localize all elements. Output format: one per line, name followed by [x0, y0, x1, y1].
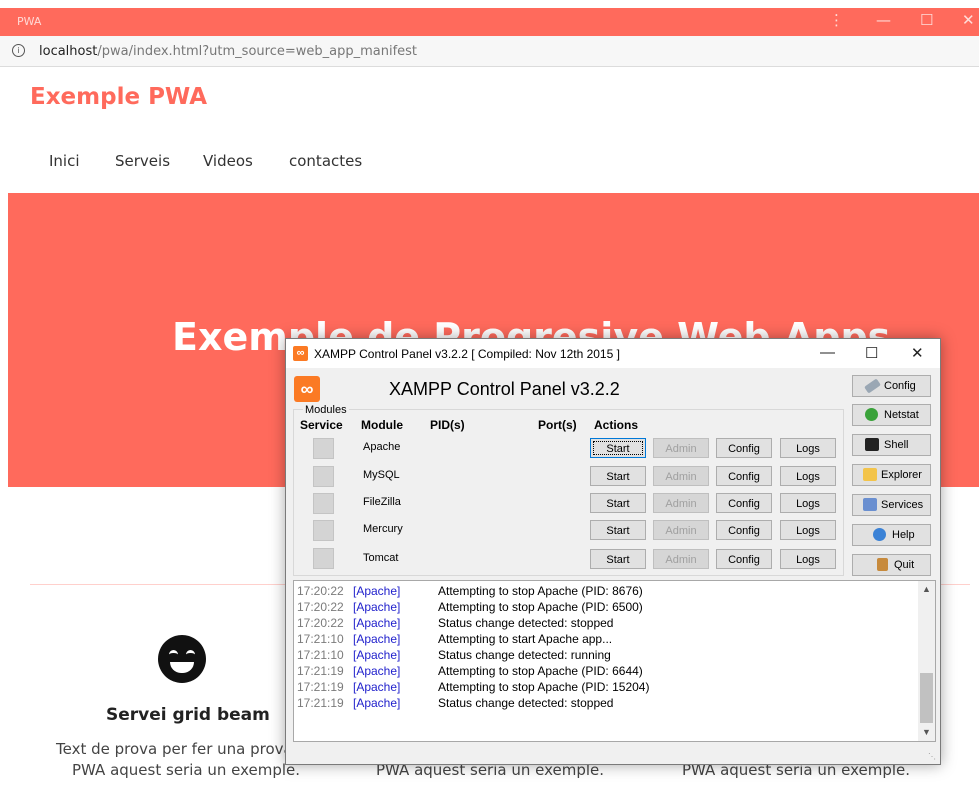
nav-item-serveis[interactable]: Serveis [115, 152, 170, 170]
log-scrollbar[interactable]: ▲ ▼ [918, 581, 935, 741]
minimize-icon[interactable]: — [876, 11, 891, 29]
col-module: Module [361, 418, 403, 432]
site-brand[interactable]: Exemple PWA [30, 84, 207, 110]
module-name: MySQL [363, 469, 400, 481]
config-button[interactable]: Config [716, 438, 772, 458]
wrench-icon [864, 378, 881, 394]
config-button[interactable]: Config [716, 493, 772, 513]
config-button[interactable]: Config [716, 466, 772, 486]
logs-button[interactable]: Logs [780, 493, 836, 513]
admin-button[interactable]: Admin [653, 438, 709, 458]
config-button[interactable]: Config [716, 549, 772, 569]
logs-button[interactable]: Logs [780, 520, 836, 540]
maximize-icon[interactable]: ☐ [920, 11, 933, 29]
card-text-line1: Text de prova per fer una prova [56, 740, 293, 758]
admin-button[interactable]: Admin [653, 520, 709, 540]
side-help-button[interactable]: Help [852, 524, 931, 546]
xampp-logo-icon: ∞ [294, 376, 320, 402]
more-vert-icon[interactable]: ⋮ [829, 11, 844, 29]
start-button[interactable]: Start [590, 438, 646, 458]
quit-icon [877, 558, 888, 571]
browser-title: PWA [17, 15, 42, 28]
col-port: Port(s) [538, 418, 577, 432]
nav-item-videos[interactable]: Videos [203, 152, 253, 170]
nav-item-contactes[interactable]: contactes [289, 152, 362, 170]
config-button[interactable]: Config [716, 520, 772, 540]
col-actions: Actions [594, 418, 639, 432]
resize-grip-icon[interactable]: ⋱ [928, 752, 938, 762]
card-text-line2: PWA aquest seria un exemple. [72, 761, 301, 779]
service-checkbox[interactable] [313, 493, 334, 514]
url-text[interactable]: localhost/pwa/index.html?utm_source=web_… [39, 44, 417, 59]
service-checkbox[interactable] [313, 466, 334, 487]
modules-label: Modules [303, 404, 349, 416]
module-name: Tomcat [363, 552, 399, 564]
grinning-face-icon [158, 635, 206, 683]
module-name: FileZilla [363, 496, 401, 508]
service-checkbox[interactable] [313, 548, 334, 569]
scrollbar-thumb[interactable] [920, 673, 933, 723]
card-title: Servei grid beam [106, 705, 270, 725]
scroll-up-icon[interactable]: ▲ [922, 584, 931, 594]
admin-button[interactable]: Admin [653, 493, 709, 513]
help-icon [873, 528, 886, 541]
terminal-icon [865, 438, 879, 451]
start-button[interactable]: Start [590, 549, 646, 569]
side-services-button[interactable]: Services [852, 494, 931, 516]
logs-button[interactable]: Logs [780, 438, 836, 458]
smiley-mouth [170, 662, 194, 673]
col-pid: PID(s) [430, 418, 465, 432]
address-bar[interactable]: i localhost/pwa/index.html?utm_source=we… [0, 36, 979, 67]
service-checkbox[interactable] [313, 438, 334, 459]
xampp-titlebar[interactable]: ∞ XAMPP Control Panel v3.2.2 [ Compiled:… [286, 339, 940, 368]
xampp-heading: XAMPP Control Panel v3.2.2 [389, 379, 620, 399]
browser-titlebar: PWA ⋮ — ☐ ✕ [0, 8, 979, 36]
start-button[interactable]: Start [590, 493, 646, 513]
module-name: Mercury [363, 523, 403, 535]
logs-button[interactable]: Logs [780, 466, 836, 486]
folder-icon [863, 468, 877, 481]
side-explorer-button[interactable]: Explorer [852, 464, 931, 486]
side-netstat-button[interactable]: Netstat [852, 404, 931, 426]
log-output[interactable]: 17:20:22 [Apache] Attempting to stop Apach… [293, 580, 936, 742]
side-shell-button[interactable]: Shell [852, 434, 931, 456]
col-service: Service [300, 418, 343, 432]
xampp-window: ∞ XAMPP Control Panel v3.2.2 [ Compiled:… [285, 338, 941, 765]
xampp-maximize-icon[interactable]: ☐ [865, 344, 878, 362]
start-button[interactable]: Start [590, 466, 646, 486]
admin-button[interactable]: Admin [653, 466, 709, 486]
xampp-minimize-icon[interactable]: — [820, 344, 835, 361]
services-icon [863, 498, 877, 511]
scroll-down-icon[interactable]: ▼ [922, 727, 931, 737]
start-button[interactable]: Start [590, 520, 646, 540]
module-name: Apache [363, 441, 401, 453]
service-checkbox[interactable] [313, 520, 334, 541]
smiley-eye [169, 650, 178, 659]
info-icon[interactable]: i [12, 44, 25, 57]
nav-item-inici[interactable]: Inici [49, 152, 80, 170]
admin-button[interactable]: Admin [653, 549, 709, 569]
close-icon[interactable]: ✕ [962, 11, 975, 29]
smiley-eye [186, 650, 195, 659]
xampp-logo-icon: ∞ [293, 346, 308, 361]
xampp-close-icon[interactable]: ✕ [911, 344, 924, 362]
logs-button[interactable]: Logs [780, 549, 836, 569]
side-config-button[interactable]: Config [852, 375, 931, 397]
globe-icon [865, 408, 878, 421]
xampp-window-title: XAMPP Control Panel v3.2.2 [ Compiled: N… [314, 347, 620, 361]
side-quit-button[interactable]: Quit [852, 554, 931, 576]
